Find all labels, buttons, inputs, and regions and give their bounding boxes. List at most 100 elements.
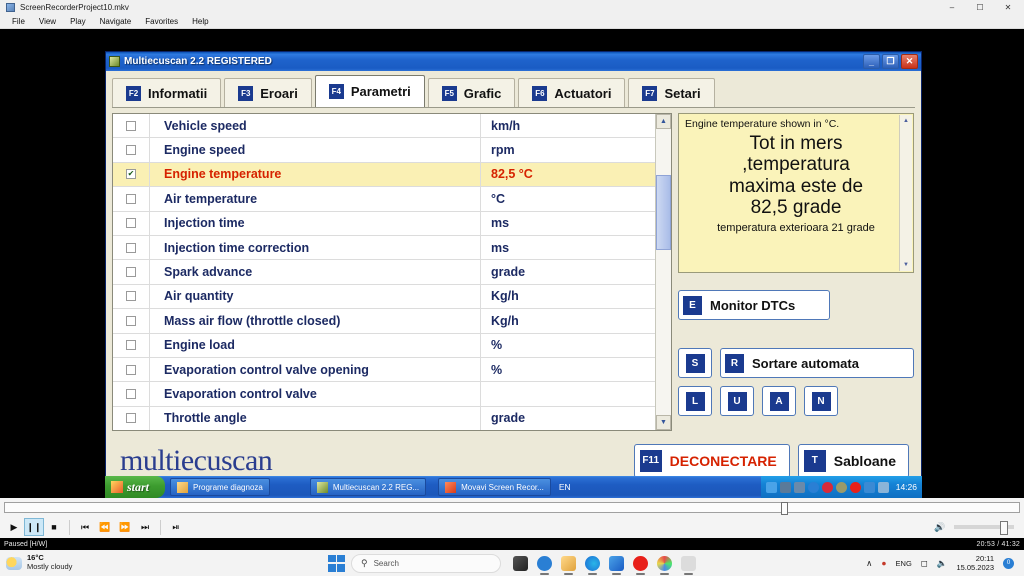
xp-start-button[interactable]: start bbox=[105, 476, 166, 498]
info-scroll-up-icon[interactable]: ▲ bbox=[903, 115, 909, 127]
menu-view[interactable]: View bbox=[32, 17, 63, 26]
language-indicator[interactable]: ENG bbox=[896, 559, 912, 568]
network-icon[interactable]: ◻ bbox=[921, 558, 928, 569]
parameter-checkbox[interactable] bbox=[126, 242, 136, 253]
notification-badge[interactable]: 0 bbox=[1003, 557, 1014, 569]
app-minimize-button[interactable]: _ bbox=[863, 54, 880, 69]
menu-file[interactable]: File bbox=[5, 17, 32, 26]
menu-help[interactable]: Help bbox=[185, 17, 215, 26]
table-row[interactable]: Throttle angle grade bbox=[113, 406, 655, 430]
scrollbar-thumb[interactable] bbox=[656, 175, 671, 250]
paint-icon[interactable] bbox=[657, 555, 672, 575]
tab-parametri[interactable]: F4 Parametri bbox=[314, 75, 425, 107]
opera-icon[interactable] bbox=[633, 555, 648, 575]
table-row[interactable]: Spark advance grade bbox=[113, 260, 655, 285]
tab-informatii[interactable]: F2 Informatii bbox=[112, 78, 222, 107]
row-checkbox-cell[interactable] bbox=[113, 309, 150, 333]
windows-start-icon[interactable] bbox=[328, 554, 345, 572]
parameter-checkbox[interactable] bbox=[126, 145, 136, 156]
deconectare-button[interactable]: F11 DECONECTARE bbox=[633, 443, 790, 478]
tab-actuatori[interactable]: F6 Actuatori bbox=[518, 78, 626, 107]
volume-slider[interactable] bbox=[954, 521, 1014, 535]
table-row[interactable]: Evaporation control valve opening% bbox=[113, 357, 655, 383]
rewind-button[interactable]: ⏪ bbox=[95, 518, 115, 536]
parameter-checkbox[interactable] bbox=[126, 291, 136, 302]
parameter-scrollbar[interactable]: ▲ ▼ bbox=[655, 114, 671, 430]
menu-favorites[interactable]: Favorites bbox=[138, 17, 185, 26]
skip-forward-button[interactable]: ⏭ bbox=[135, 518, 155, 536]
clock[interactable]: 20:11 15.05.2023 bbox=[956, 554, 994, 572]
tab-setari[interactable]: F7 Setari bbox=[628, 78, 715, 107]
parameter-checkbox[interactable] bbox=[126, 267, 136, 278]
row-checkbox-cell[interactable] bbox=[113, 114, 150, 138]
tab-grafic[interactable]: F5 Grafic bbox=[427, 78, 516, 107]
chevron-up-icon[interactable]: ∧ bbox=[866, 558, 872, 569]
table-row[interactable]: Injection time correction ms bbox=[113, 235, 655, 261]
security-icon[interactable]: ● bbox=[881, 558, 886, 568]
app-maximize-button[interactable]: ❐ bbox=[882, 54, 899, 69]
parameter-checkbox[interactable] bbox=[126, 364, 136, 375]
button-u[interactable]: U bbox=[720, 386, 754, 416]
xp-clock[interactable]: 14:26 bbox=[896, 482, 917, 492]
display-icon[interactable] bbox=[765, 481, 777, 493]
monitor-icon[interactable] bbox=[877, 481, 889, 493]
monitor-dtcs-button[interactable]: E Monitor DTCs bbox=[678, 290, 830, 320]
button-a[interactable]: A bbox=[762, 386, 796, 416]
row-checkbox-cell[interactable] bbox=[113, 187, 150, 211]
button-l[interactable]: L bbox=[678, 386, 712, 416]
parameter-checkbox[interactable] bbox=[126, 120, 136, 131]
table-row[interactable]: Evaporation control valve bbox=[113, 382, 655, 407]
xp-language-indicator[interactable]: EN bbox=[551, 482, 579, 492]
task-view-icon[interactable] bbox=[513, 555, 528, 571]
file-explorer-icon[interactable] bbox=[561, 555, 576, 575]
row-checkbox-cell[interactable] bbox=[113, 333, 150, 357]
network-disconnected-icon[interactable] bbox=[779, 481, 791, 493]
tab-eroari[interactable]: F3 Eroari bbox=[224, 78, 312, 107]
table-row[interactable]: Engine load% bbox=[113, 333, 655, 358]
frame-step-button[interactable]: ⏯ bbox=[166, 518, 186, 536]
scroll-down-arrow-icon[interactable]: ▼ bbox=[656, 415, 671, 430]
weather-widget[interactable]: 16°C Mostly cloudy bbox=[6, 554, 72, 571]
network-error-icon[interactable] bbox=[793, 481, 805, 493]
info-scrollbar[interactable]: ▲ ▼ bbox=[899, 115, 912, 271]
update-icon[interactable] bbox=[835, 481, 847, 493]
sabloane-button[interactable]: T Sabloane bbox=[797, 443, 909, 478]
parameter-checkbox[interactable] bbox=[126, 218, 136, 229]
battery-icon[interactable] bbox=[863, 481, 875, 493]
row-checkbox-cell[interactable] bbox=[113, 235, 150, 260]
row-checkbox-cell[interactable] bbox=[113, 284, 150, 309]
sortare-automata-button[interactable]: R Sortare automata bbox=[720, 348, 914, 378]
player-minimize-button[interactable]: – bbox=[938, 0, 966, 14]
opera-icon[interactable] bbox=[849, 481, 861, 493]
chat-icon[interactable] bbox=[537, 555, 552, 575]
row-checkbox-cell[interactable] bbox=[113, 211, 150, 235]
xp-task-programe-diagnoza[interactable]: Programe diagnoza bbox=[170, 478, 270, 496]
speaker-icon[interactable]: 🔊 bbox=[930, 518, 950, 536]
stop-button[interactable]: ■ bbox=[44, 518, 64, 536]
table-row[interactable]: Injection time ms bbox=[113, 211, 655, 236]
button-n[interactable]: N bbox=[804, 386, 838, 416]
parameter-checkbox[interactable] bbox=[126, 388, 136, 399]
search-box[interactable]: ⚲ Search bbox=[351, 553, 501, 573]
scrollbar-track[interactable] bbox=[656, 129, 671, 415]
table-row[interactable]: Mass air flow (throttle closed) Kg/h bbox=[113, 309, 655, 334]
row-checkbox-cell[interactable] bbox=[113, 406, 150, 430]
xp-task-movavi[interactable]: Movavi Screen Recor... bbox=[438, 478, 551, 496]
table-row[interactable]: Vehicle speed km/h bbox=[113, 114, 655, 139]
play-button[interactable]: ▶ bbox=[4, 518, 24, 536]
row-checkbox-cell[interactable] bbox=[113, 357, 150, 382]
table-row[interactable]: ✔ Engine temperature 82,5 °C bbox=[113, 162, 655, 188]
microsoft-store-icon[interactable] bbox=[609, 555, 624, 575]
parameter-checkbox[interactable] bbox=[126, 340, 136, 351]
table-row[interactable]: Air temperature °C bbox=[113, 187, 655, 212]
media-player-icon[interactable] bbox=[681, 555, 696, 575]
row-checkbox-cell[interactable] bbox=[113, 260, 150, 284]
app-close-button[interactable]: ✕ bbox=[901, 54, 918, 69]
parameter-checkbox[interactable] bbox=[126, 193, 136, 204]
player-maximize-button[interactable]: ☐ bbox=[966, 0, 994, 14]
menu-play[interactable]: Play bbox=[63, 17, 93, 26]
sort-key-button[interactable]: S bbox=[678, 348, 712, 378]
skip-back-button[interactable]: ⏮ bbox=[75, 518, 95, 536]
row-checkbox-cell[interactable]: ✔ bbox=[113, 162, 150, 187]
xp-task-multiecuscan[interactable]: Multiecuscan 2.2 REG... bbox=[309, 478, 427, 496]
